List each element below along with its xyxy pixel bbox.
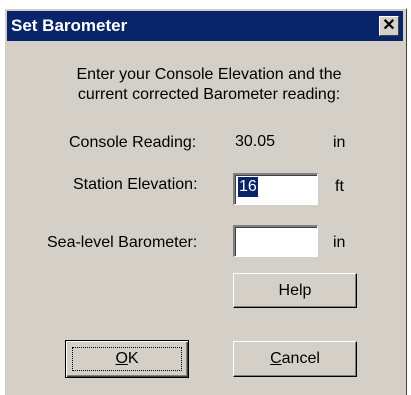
station-elevation-input[interactable]: 16	[233, 173, 318, 205]
station-elevation-unit: ft	[335, 178, 344, 195]
sea-level-barometer-label: Sea-level Barometer:	[47, 234, 198, 251]
ok-button[interactable]: OK	[65, 340, 189, 378]
instructions-text: Enter your Console Elevation and the cur…	[49, 65, 369, 105]
ok-label-rest: K	[127, 350, 139, 367]
cancel-button[interactable]: Cancel	[233, 341, 357, 377]
console-reading-label: Console Reading:	[69, 134, 197, 151]
console-reading-unit: in	[333, 134, 346, 151]
close-icon: ✕	[382, 17, 396, 34]
title-bar[interactable]: Set Barometer ✕	[7, 11, 403, 41]
station-elevation-value: 16	[238, 177, 258, 197]
ok-mnemonic: O	[115, 350, 128, 367]
instructions-line-2: current corrected Barometer reading:	[77, 86, 341, 103]
sea-level-barometer-unit: in	[333, 234, 346, 251]
cancel-label-rest: ancel	[281, 350, 320, 367]
cancel-mnemonic: C	[270, 350, 282, 367]
close-button[interactable]: ✕	[379, 16, 399, 36]
console-reading-value: 30.05	[235, 133, 276, 150]
set-barometer-dialog: Set Barometer ✕ Enter your Console Eleva…	[4, 8, 407, 395]
dialog-title: Set Barometer	[11, 16, 128, 35]
station-elevation-label: Station Elevation:	[73, 176, 198, 193]
help-button-label: Help	[278, 282, 312, 299]
help-button[interactable]: Help	[233, 273, 357, 308]
sea-level-barometer-input[interactable]	[233, 225, 318, 257]
instructions-line-1: Enter your Console Elevation and the	[76, 66, 342, 83]
